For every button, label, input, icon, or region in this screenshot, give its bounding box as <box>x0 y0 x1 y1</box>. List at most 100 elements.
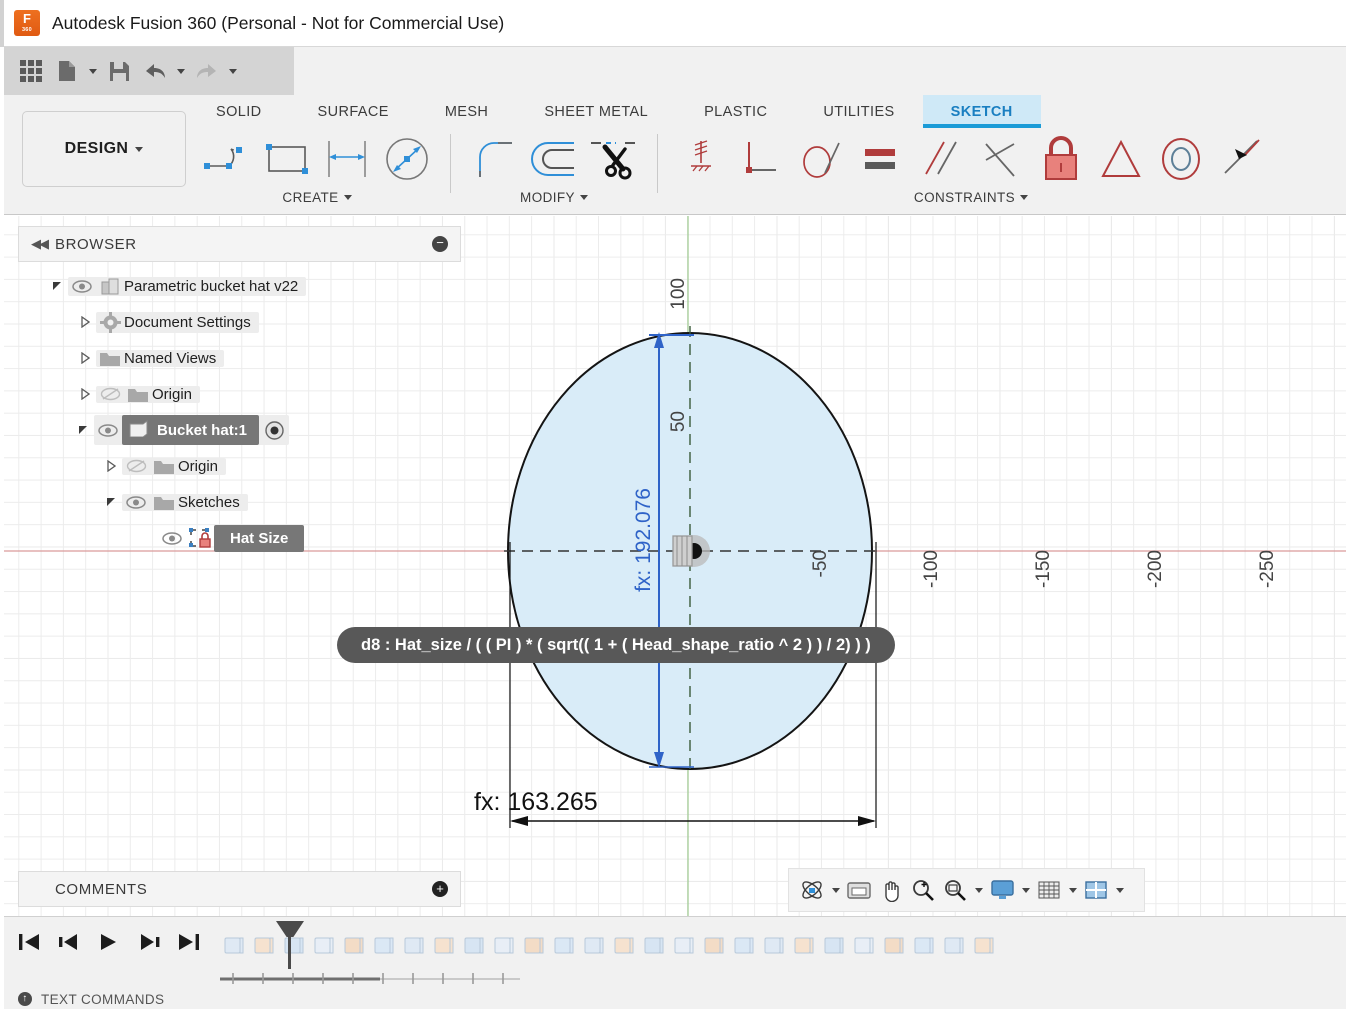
timeline-feature-item[interactable] <box>520 930 547 962</box>
panel-modify-label[interactable]: MODIFY <box>520 190 588 205</box>
timeline-feature-item[interactable] <box>430 930 457 962</box>
tab-mesh[interactable]: MESH <box>417 95 517 128</box>
timeline-feature-item[interactable] <box>310 930 337 962</box>
save-icon[interactable] <box>102 54 136 88</box>
visibility-eye-icon[interactable] <box>68 279 96 293</box>
circle-diameter-icon[interactable] <box>378 130 436 188</box>
viewports-icon[interactable] <box>1081 875 1111 905</box>
horizontal-dimension-label[interactable]: fx: 163.265 <box>474 788 598 817</box>
new-file-icon[interactable] <box>50 54 84 88</box>
timeline-feature-item[interactable] <box>550 930 577 962</box>
concentric-icon[interactable] <box>1152 130 1210 188</box>
timeline-feature-item[interactable] <box>220 930 247 962</box>
trim-scissors-icon[interactable] <box>585 130 643 188</box>
tab-sketch[interactable]: SKETCH <box>922 95 1041 128</box>
midpoint-icon[interactable] <box>972 130 1030 188</box>
tree-item-bucket-hat[interactable]: Bucket hat:1 <box>18 412 461 448</box>
timeline-features[interactable] <box>220 923 1346 969</box>
collinear-icon[interactable] <box>1212 130 1270 188</box>
pan-hand-icon[interactable] <box>876 875 906 905</box>
orbit-icon[interactable] <box>797 875 827 905</box>
offset-icon[interactable] <box>525 130 583 188</box>
display-settings-icon[interactable] <box>987 875 1017 905</box>
tab-plastic[interactable]: PLASTIC <box>676 95 795 128</box>
timeline-feature-item[interactable] <box>610 930 637 962</box>
step-back-icon[interactable] <box>56 929 82 955</box>
timeline-feature-item[interactable] <box>400 930 427 962</box>
viewports-dropdown-icon[interactable] <box>1113 875 1126 905</box>
browser-minimize-icon[interactable]: − <box>432 236 448 252</box>
timeline-feature-item[interactable] <box>880 930 907 962</box>
tab-surface[interactable]: SURFACE <box>290 95 417 128</box>
timeline-feature-item[interactable] <box>490 930 517 962</box>
expander-collapsed-icon[interactable] <box>74 316 96 328</box>
zoom-in-icon[interactable] <box>908 875 938 905</box>
timeline-feature-item[interactable] <box>910 930 937 962</box>
tree-item-origin-nested[interactable]: Origin <box>18 448 461 484</box>
play-icon[interactable] <box>96 929 122 955</box>
expander-collapsed-icon[interactable] <box>74 388 96 400</box>
tangent-icon[interactable] <box>792 130 850 188</box>
text-commands-icon[interactable]: ↑ <box>18 992 32 1006</box>
tab-sheet-metal[interactable]: SHEET METAL <box>516 95 676 128</box>
expander-collapsed-icon[interactable] <box>100 460 122 472</box>
undo-icon[interactable] <box>138 54 172 88</box>
parallel-icon[interactable] <box>912 130 970 188</box>
tab-utilities[interactable]: UTILITIES <box>795 95 922 128</box>
coincident-icon[interactable] <box>672 130 730 188</box>
tree-item-sketches[interactable]: Sketches <box>18 484 461 520</box>
panel-constraints-label[interactable]: CONSTRAINTS <box>914 190 1029 205</box>
activate-component-radio[interactable] <box>259 420 289 440</box>
display-dropdown-icon[interactable] <box>1019 875 1032 905</box>
expander-expanded-icon[interactable] <box>46 281 68 292</box>
timeline-feature-item[interactable] <box>640 930 667 962</box>
fillet-icon[interactable] <box>465 130 523 188</box>
line-icon[interactable] <box>198 130 256 188</box>
equal-icon[interactable] <box>852 130 910 188</box>
app-grid-icon[interactable] <box>14 54 48 88</box>
timeline-feature-item[interactable] <box>970 930 997 962</box>
add-comment-icon[interactable]: + <box>432 881 448 897</box>
grid-snaps-icon[interactable] <box>1034 875 1064 905</box>
dimension-icon[interactable] <box>318 130 376 188</box>
visibility-eye-icon[interactable] <box>122 495 150 509</box>
orbit-dropdown-icon[interactable] <box>829 875 842 905</box>
timeline-feature-item[interactable] <box>580 930 607 962</box>
timeline-feature-item[interactable] <box>940 930 967 962</box>
go-to-beginning-icon[interactable] <box>16 929 42 955</box>
redo-dropdown-icon[interactable] <box>226 54 240 88</box>
timeline-feature-item[interactable] <box>700 930 727 962</box>
symmetry-icon[interactable] <box>1092 130 1150 188</box>
rectangle-icon[interactable] <box>258 130 316 188</box>
tree-item-document-settings[interactable]: Document Settings <box>18 304 461 340</box>
visibility-hidden-eye-icon[interactable] <box>122 459 150 473</box>
timeline-track[interactable] <box>220 971 520 985</box>
perpendicular-icon[interactable] <box>732 130 790 188</box>
timeline-feature-item[interactable] <box>790 930 817 962</box>
expander-expanded-icon[interactable] <box>100 497 122 508</box>
timeline-feature-item[interactable] <box>340 930 367 962</box>
panel-create-label[interactable]: CREATE <box>282 190 352 205</box>
grid-dropdown-icon[interactable] <box>1066 875 1079 905</box>
tree-item-origin-root[interactable]: Origin <box>18 376 461 412</box>
timeline-feature-item[interactable] <box>730 930 757 962</box>
tree-item-named-views[interactable]: Named Views <box>18 340 461 376</box>
tab-solid[interactable]: SOLID <box>188 95 290 128</box>
redo-icon[interactable] <box>190 54 224 88</box>
timeline-feature-item[interactable] <box>460 930 487 962</box>
fix-lock-icon[interactable] <box>1032 130 1090 188</box>
visibility-hidden-eye-icon[interactable] <box>96 387 124 401</box>
tree-item-parametric-bucket-hat[interactable]: Parametric bucket hat v22 <box>18 268 461 304</box>
expander-collapsed-icon[interactable] <box>74 352 96 364</box>
workspace-selector[interactable]: DESIGN <box>22 111 186 187</box>
visibility-eye-icon[interactable] <box>94 423 122 437</box>
expander-expanded-icon[interactable] <box>72 425 94 436</box>
go-to-end-icon[interactable] <box>176 929 202 955</box>
browser-collapse-icon[interactable]: ◀◀ <box>31 236 49 252</box>
vertical-dimension-label[interactable]: fx: 192.076 <box>632 488 656 592</box>
timeline-feature-item[interactable] <box>670 930 697 962</box>
tree-item-hat-size[interactable]: Hat Size <box>18 520 461 556</box>
zoom-dropdown-icon[interactable] <box>972 875 985 905</box>
zoom-window-icon[interactable] <box>940 875 970 905</box>
timeline-feature-item[interactable] <box>760 930 787 962</box>
